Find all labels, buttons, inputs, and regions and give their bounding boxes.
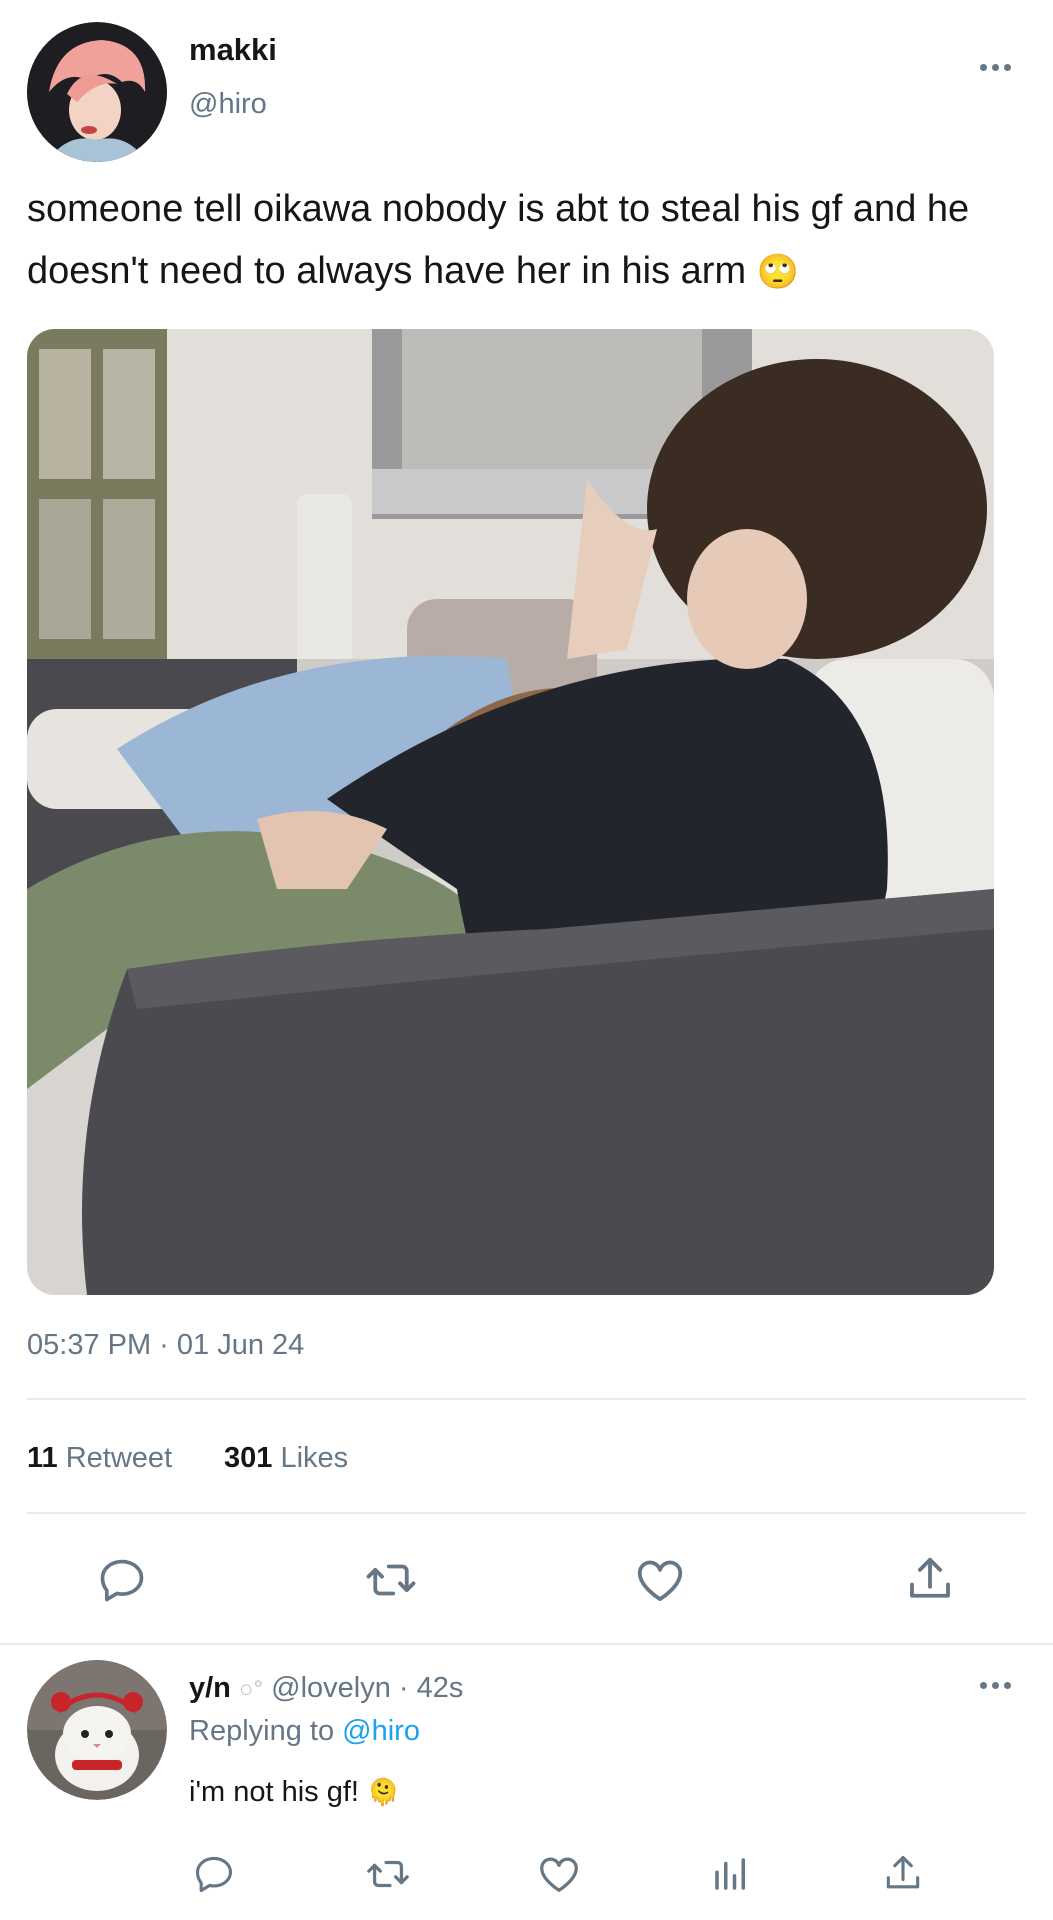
author-handle[interactable]: @hiro bbox=[189, 86, 267, 122]
retweet-label: Retweet bbox=[65, 1442, 173, 1474]
tweet-text-container: someone tell oikawa nobody is abt to ste… bbox=[27, 178, 1027, 303]
reply-like-icon[interactable] bbox=[535, 1850, 583, 1898]
rolling-eyes-emoji: 🙄 bbox=[756, 253, 800, 291]
tweet-photo[interactable] bbox=[27, 329, 994, 1295]
like-label: Likes bbox=[280, 1442, 349, 1474]
reply-share-icon[interactable] bbox=[879, 1850, 927, 1898]
reply-avatar[interactable] bbox=[27, 1660, 167, 1800]
likes-stat[interactable]: 301 Likes bbox=[224, 1439, 348, 1477]
tweet-photo-illustration bbox=[27, 329, 994, 1295]
section-divider bbox=[0, 1643, 1053, 1645]
tweet-timestamp[interactable]: 05:37 PM · 01 Jun 24 bbox=[27, 1326, 304, 1364]
author-name[interactable]: makki bbox=[189, 30, 277, 70]
divider bbox=[27, 1512, 1026, 1514]
share-icon[interactable] bbox=[902, 1552, 958, 1608]
like-count: 301 bbox=[224, 1442, 273, 1474]
tweet-text: someone tell oikawa nobody is abt to ste… bbox=[27, 188, 970, 292]
replying-to: Replying to @hiro bbox=[189, 1713, 420, 1749]
more-options-icon[interactable] bbox=[975, 52, 1015, 82]
reply-text-container: i'm not his gf! 🫠 bbox=[189, 1773, 399, 1811]
replying-to-prefix: Replying to bbox=[189, 1715, 335, 1747]
divider bbox=[27, 1398, 1026, 1400]
bubbles-icon: ○° bbox=[238, 1676, 264, 1703]
reply-text: i'm not his gf! bbox=[189, 1776, 359, 1808]
replying-to-handle[interactable]: @hiro bbox=[342, 1715, 420, 1747]
retweet-count: 11 bbox=[27, 1442, 58, 1474]
cat-avatar-illustration bbox=[27, 1660, 167, 1800]
retweet-icon[interactable] bbox=[363, 1552, 419, 1608]
reply-views-icon[interactable] bbox=[707, 1850, 755, 1898]
reply-retweet-icon[interactable] bbox=[364, 1850, 412, 1898]
reply-author-name[interactable]: y/n bbox=[189, 1672, 231, 1704]
reply-icon[interactable] bbox=[94, 1552, 150, 1608]
reply-author-handle-time[interactable]: @lovelyn · 42s bbox=[271, 1672, 463, 1704]
reply-reply-icon[interactable] bbox=[190, 1850, 238, 1898]
avatar-illustration bbox=[27, 22, 167, 162]
melting-face-emoji: 🫠 bbox=[367, 1777, 400, 1807]
retweet-stat[interactable]: 11 Retweet bbox=[27, 1439, 172, 1477]
reply-more-options-icon[interactable] bbox=[975, 1670, 1015, 1700]
reply-header: y/n ○° @lovelyn · 42s bbox=[189, 1670, 463, 1708]
author-avatar[interactable] bbox=[27, 22, 167, 162]
like-icon[interactable] bbox=[632, 1552, 688, 1608]
